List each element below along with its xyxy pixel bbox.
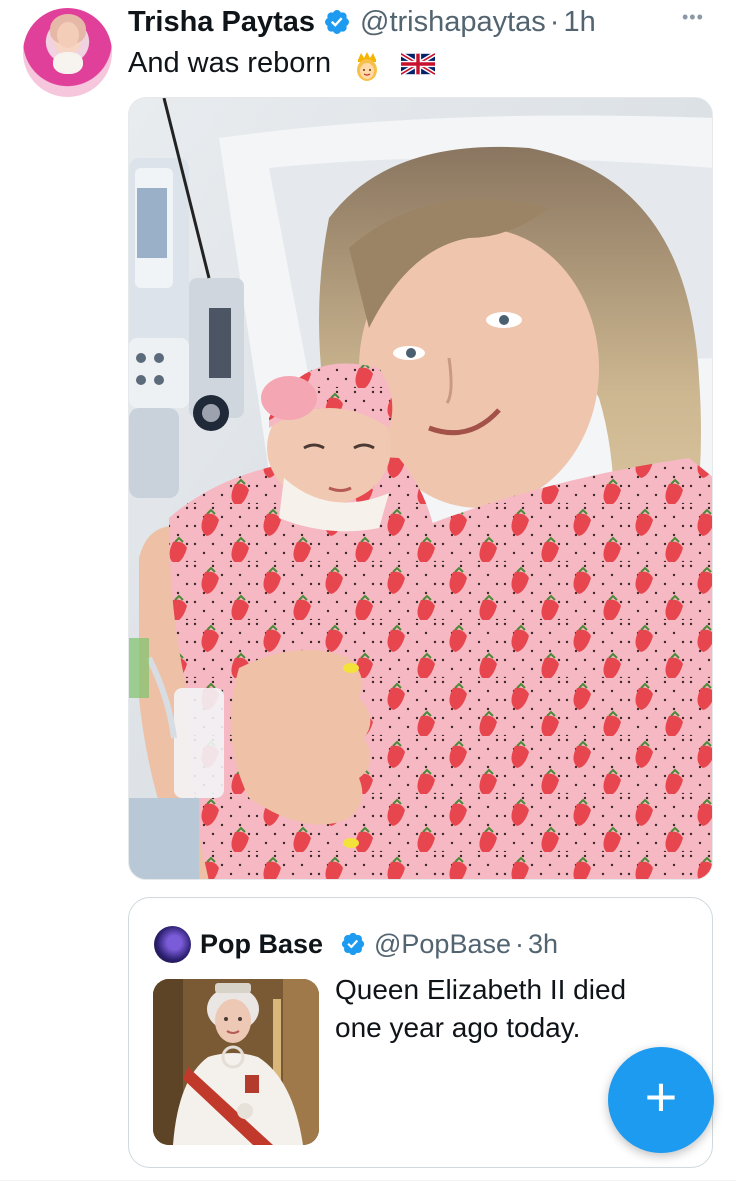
- mother-and-newborn-photo: [129, 98, 712, 879]
- more-horizontal-icon[interactable]: •••: [682, 6, 710, 34]
- timestamp[interactable]: 1h: [563, 6, 595, 38]
- tweet-photo[interactable]: [128, 97, 713, 880]
- crown-person-emoji: [357, 52, 377, 81]
- compose-button[interactable]: +: [608, 1047, 714, 1153]
- queen-portrait-image: [153, 979, 319, 1145]
- quoted-author-avatar[interactable]: [154, 926, 191, 963]
- avatar-face: [57, 22, 79, 48]
- separator-dot: ·: [549, 6, 560, 38]
- avatar-outfit: [53, 52, 83, 74]
- uk-flag-emoji: [401, 52, 435, 76]
- quoted-handle-and-time[interactable]: @PopBase · 3h: [374, 925, 558, 963]
- tweet-text: And was reborn: [128, 47, 332, 79]
- divider: [0, 1180, 736, 1181]
- compose-plus-icon: +: [644, 1065, 678, 1128]
- author-handle[interactable]: @trishapaytas: [360, 6, 546, 38]
- author-avatar[interactable]: [23, 8, 112, 97]
- quoted-tweet-text: Queen Elizabeth II died one year ago tod…: [335, 974, 627, 1043]
- verified-badge-icon: [341, 932, 365, 956]
- verified-badge-icon: [325, 10, 349, 34]
- separator-dot: ·: [515, 929, 524, 959]
- quoted-timestamp[interactable]: 3h: [528, 929, 558, 959]
- author-handle-and-time[interactable]: @trishapaytas · 1h: [360, 2, 596, 42]
- author-name[interactable]: Trisha Paytas: [128, 2, 315, 42]
- quoted-author-handle[interactable]: @PopBase: [374, 929, 511, 959]
- quoted-tweet-image[interactable]: [153, 979, 319, 1145]
- quoted-author-name[interactable]: Pop Base: [200, 925, 323, 963]
